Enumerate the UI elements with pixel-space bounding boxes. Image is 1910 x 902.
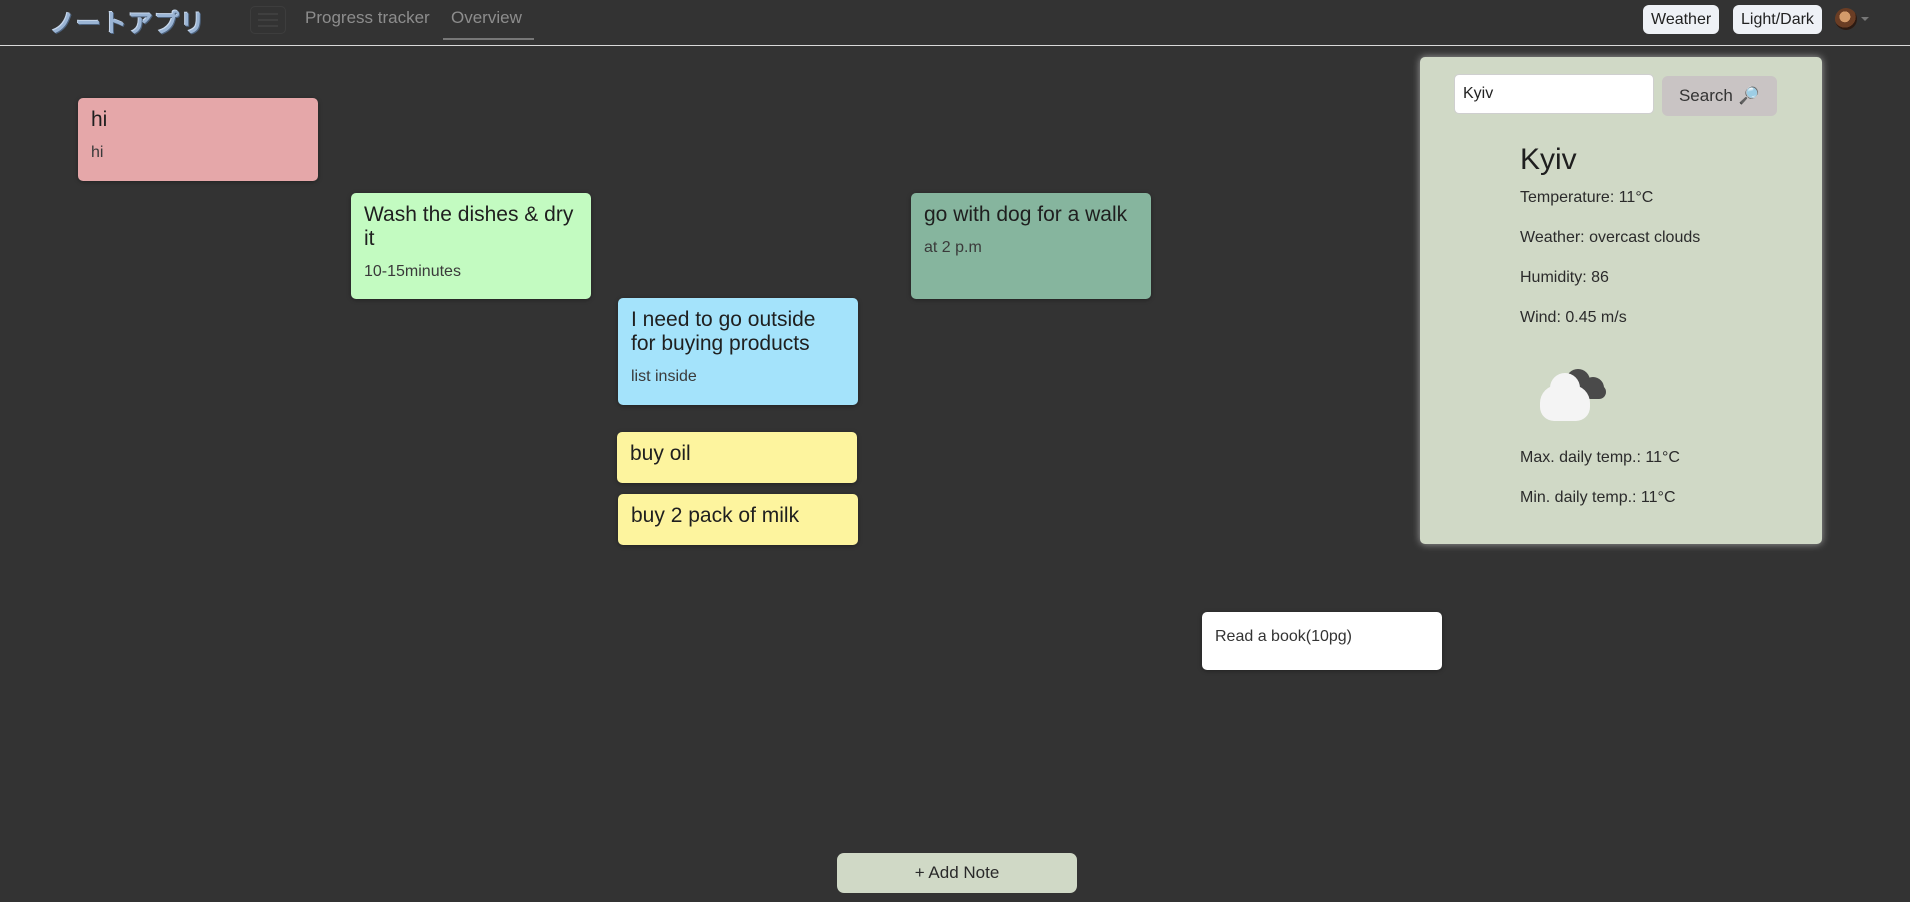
note-body: at 2 p.m: [924, 239, 982, 256]
note-body: Read a book(10pg): [1215, 628, 1352, 645]
search-button-label: Search: [1678, 86, 1733, 105]
note-title: hi: [91, 108, 108, 131]
note-title: buy 2 pack of milk: [631, 504, 800, 527]
theme-toggle-button[interactable]: Light/Dark: [1733, 5, 1822, 34]
chevron-down-icon[interactable]: [1861, 17, 1869, 21]
app-root: ノートアプリ Progress tracker Overview Weather…: [0, 0, 1910, 902]
note-title: buy oil: [630, 442, 691, 465]
note-card[interactable]: go with dog for a walk at 2 p.m: [911, 193, 1151, 299]
note-card[interactable]: buy oil: [617, 432, 857, 483]
note-body: hi: [91, 144, 104, 161]
search-button[interactable]: Search 🔎: [1662, 76, 1777, 116]
search-icon: 🔎: [1738, 86, 1761, 105]
add-note-button[interactable]: + Add Note: [837, 853, 1077, 893]
weather-humidity: Humidity: 86: [1520, 269, 1609, 286]
menu-icon-bar: [258, 25, 278, 27]
note-title: go with dog for a walk: [924, 203, 1128, 226]
note-title: Wash the dishes & dry it: [364, 203, 574, 250]
brand-logo[interactable]: ノートアプリ: [50, 4, 206, 40]
overcast-cloud-icon: [1532, 369, 1614, 425]
weather-min-temp: Min. daily temp.: 11°C: [1520, 489, 1676, 506]
weather-button[interactable]: Weather: [1643, 5, 1720, 34]
menu-icon-bar: [258, 13, 278, 15]
note-body: list inside: [631, 368, 697, 385]
menu-icon-bar: [258, 19, 278, 21]
navbar: ノートアプリ Progress tracker Overview Weather…: [0, 0, 1910, 46]
note-card[interactable]: I need to go outside for buying products…: [618, 298, 858, 405]
weather-city: Kyiv: [1520, 143, 1577, 176]
note-card[interactable]: Read a book(10pg): [1202, 612, 1442, 670]
city-search-input[interactable]: [1454, 74, 1654, 114]
note-card[interactable]: buy 2 pack of milk: [618, 494, 858, 545]
weather-widget: Search 🔎 Kyiv Temperature: 11°C Weather:…: [1420, 57, 1822, 544]
weather-wind: Wind: 0.45 m/s: [1520, 309, 1627, 326]
nav-active-underline: [443, 38, 534, 40]
note-title: I need to go outside for buying products: [631, 308, 816, 355]
nav-link-overview[interactable]: Overview: [451, 8, 522, 28]
weather-max-temp: Max. daily temp.: 11°C: [1520, 449, 1680, 466]
menu-toggle-button[interactable]: [250, 6, 286, 34]
nav-link-progress-tracker[interactable]: Progress tracker: [305, 8, 430, 28]
note-card[interactable]: hi hi: [78, 98, 318, 181]
weather-temperature: Temperature: 11°C: [1520, 189, 1654, 206]
avatar[interactable]: [1835, 8, 1857, 30]
note-body: 10-15minutes: [364, 263, 461, 280]
weather-description: Weather: overcast clouds: [1520, 229, 1701, 246]
note-card[interactable]: Wash the dishes & dry it 10-15minutes: [351, 193, 591, 299]
